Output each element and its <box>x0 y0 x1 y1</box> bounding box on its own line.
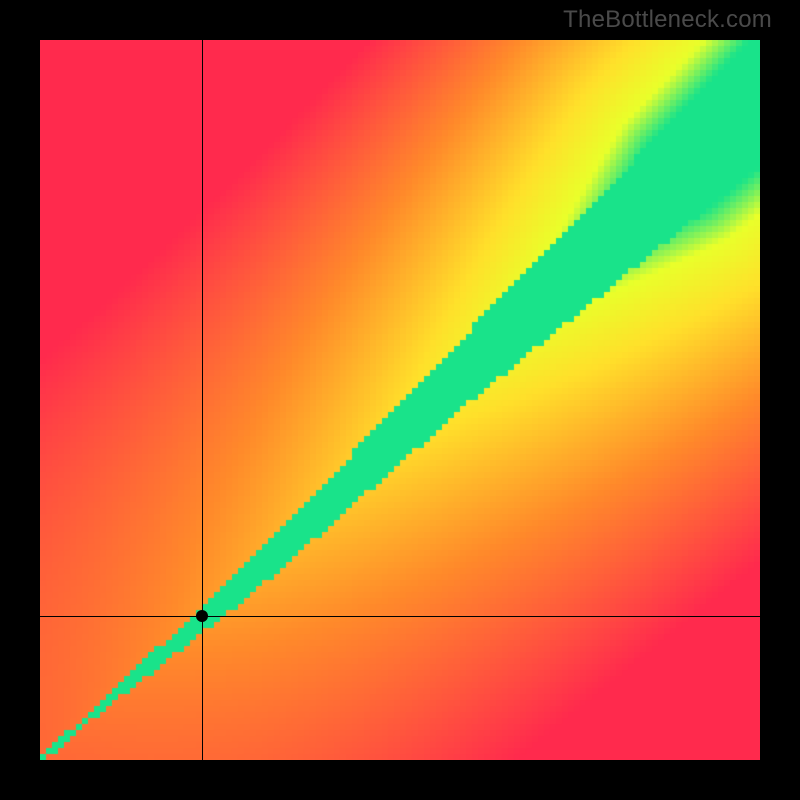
chart-frame: TheBottleneck.com <box>0 0 800 800</box>
watermark-text: TheBottleneck.com <box>563 6 772 34</box>
selection-marker-dot <box>196 610 208 622</box>
crosshair-horizontal-line <box>40 616 760 617</box>
heatmap-canvas <box>40 40 760 760</box>
heatmap-plot-area <box>40 40 760 760</box>
crosshair-vertical-line <box>202 40 203 760</box>
